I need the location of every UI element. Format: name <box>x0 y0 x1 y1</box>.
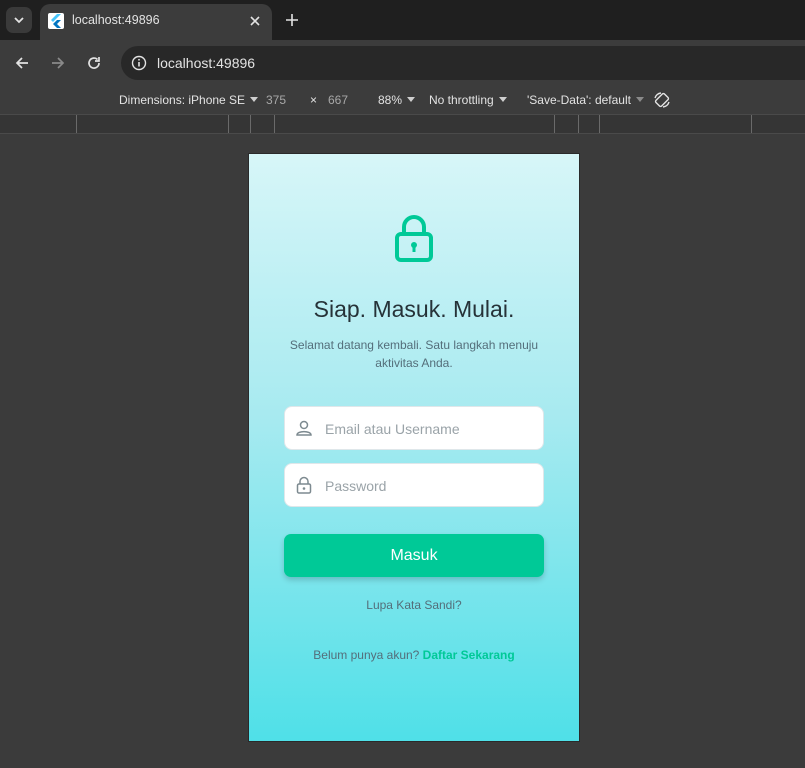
signup-link[interactable]: Daftar Sekarang <box>423 648 515 662</box>
back-button[interactable] <box>12 53 32 73</box>
chevron-down-icon <box>407 97 416 102</box>
page-subtitle: Selamat datang kembali. Satu langkah men… <box>289 338 539 370</box>
chevron-down-icon <box>498 97 507 102</box>
width-input[interactable]: 375 <box>266 93 286 107</box>
site-info-button[interactable] <box>127 51 151 75</box>
login-button[interactable]: Masuk <box>284 534 544 577</box>
chevron-down-icon <box>635 97 644 102</box>
forward-icon <box>52 57 65 69</box>
reload-button[interactable] <box>84 53 104 73</box>
password-input[interactable] <box>323 464 537 508</box>
close-icon[interactable] <box>246 12 264 30</box>
plus-icon <box>286 14 298 26</box>
device-stage: Siap. Masuk. Mulai. Selamat datang kemba… <box>0 134 805 768</box>
zoom-select[interactable]: 88% <box>378 93 416 107</box>
flutter-icon <box>48 13 64 29</box>
reload-icon <box>88 57 100 69</box>
rotate-button[interactable] <box>652 90 672 110</box>
email-input[interactable] <box>323 407 537 451</box>
lock-icon <box>296 476 312 494</box>
chevron-down-icon <box>14 17 24 24</box>
signup-prompt: Belum punya akun? <box>313 648 423 662</box>
rotate-icon <box>654 92 670 108</box>
throttling-label: No throttling <box>429 93 494 107</box>
user-icon <box>296 420 312 436</box>
height-input[interactable]: 667 <box>328 93 348 107</box>
forward-button[interactable] <box>48 53 68 73</box>
save-data-select[interactable]: 'Save-Data': default <box>527 93 644 107</box>
chevron-down-icon <box>250 97 259 102</box>
ruler-tick <box>751 115 752 133</box>
ruler-tick <box>578 115 579 133</box>
throttling-select[interactable]: No throttling <box>429 93 507 107</box>
zoom-label: 88% <box>378 93 403 107</box>
media-query-ruler <box>0 115 805 134</box>
address-bar[interactable]: localhost:49896 <box>121 46 805 80</box>
email-field[interactable] <box>284 406 544 451</box>
lock-icon <box>395 215 433 262</box>
ruler-tick <box>554 115 555 133</box>
times-label: × <box>310 93 318 107</box>
tab-title: localhost:49896 <box>72 13 160 27</box>
ruler-tick <box>274 115 275 133</box>
ruler-tick <box>228 115 229 133</box>
password-field[interactable] <box>284 463 544 508</box>
url-text: localhost:49896 <box>157 55 256 71</box>
back-icon <box>15 57 28 69</box>
new-tab-button[interactable] <box>282 10 302 30</box>
browser-tab[interactable]: localhost:49896 <box>40 4 272 40</box>
ruler-tick <box>250 115 251 133</box>
tab-strip: localhost:49896 <box>0 0 805 40</box>
dimensions-select[interactable]: Dimensions: iPhone SE <box>119 93 259 107</box>
dimensions-label: Dimensions: iPhone SE <box>119 93 246 107</box>
info-icon <box>131 55 147 71</box>
app-viewport: Siap. Masuk. Mulai. Selamat datang kemba… <box>249 154 579 741</box>
device-toolbar: Dimensions: iPhone SE 375 × 667 88% No t… <box>0 86 805 115</box>
page-title: Siap. Masuk. Mulai. <box>313 296 515 322</box>
signup-row: Belum punya akun? Daftar Sekarang <box>249 648 579 662</box>
ruler-tick <box>76 115 77 133</box>
browser-toolbar: localhost:49896 <box>0 40 805 86</box>
tab-search-button[interactable] <box>6 7 32 33</box>
save-data-label: 'Save-Data': default <box>527 93 631 107</box>
forgot-password-link[interactable]: Lupa Kata Sandi? <box>249 598 579 612</box>
ruler-tick <box>599 115 600 133</box>
